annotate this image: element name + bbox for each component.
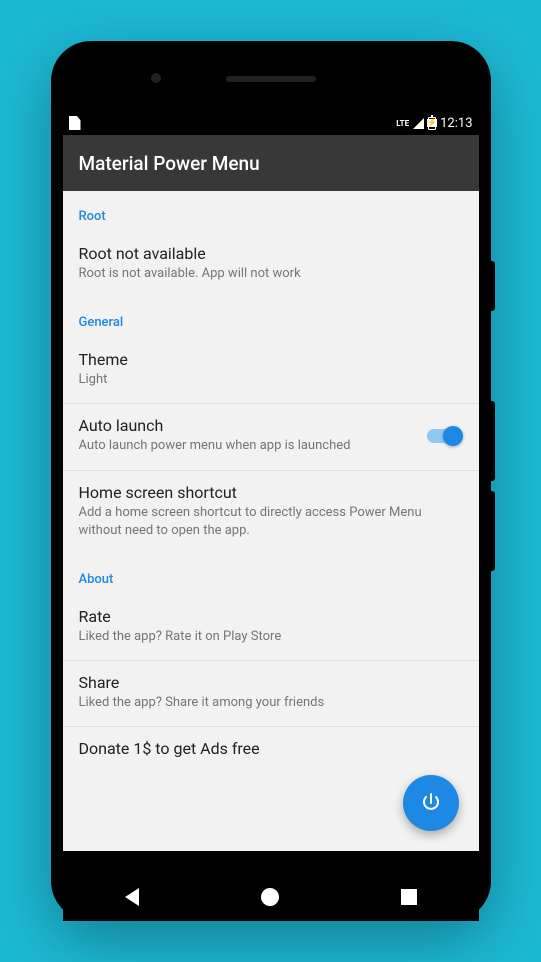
- nav-bar: [63, 873, 479, 921]
- phone-camera: [151, 73, 161, 83]
- root-status-subtitle: Root is not available. App will not work: [79, 265, 463, 283]
- root-status-title: Root not available: [79, 244, 463, 263]
- rate-subtitle: Liked the app? Rate it on Play Store: [79, 628, 463, 646]
- section-header-root: Root: [63, 191, 479, 232]
- shortcut-item[interactable]: Home screen shortcut Add a home screen s…: [63, 471, 479, 554]
- theme-title: Theme: [79, 350, 463, 369]
- rate-title: Rate: [79, 607, 463, 626]
- phone-volume-up: [491, 401, 495, 481]
- autolaunch-title: Auto launch: [79, 416, 413, 435]
- screen: LTE ⚡ 12:13 Material Power Menu Root Roo…: [63, 111, 479, 851]
- share-item[interactable]: Share Liked the app? Share it among your…: [63, 661, 479, 726]
- phone-speaker: [226, 76, 316, 82]
- nav-home-button[interactable]: [246, 873, 294, 921]
- donate-title: Donate 1$ to get Ads free: [79, 739, 463, 758]
- network-indicator: LTE: [396, 119, 409, 128]
- power-icon: [419, 791, 443, 815]
- phone-volume-down: [491, 491, 495, 571]
- section-header-about: About: [63, 554, 479, 595]
- shortcut-title: Home screen shortcut: [79, 483, 463, 502]
- theme-value: Light: [79, 371, 463, 389]
- root-status-item[interactable]: Root not available Root is not available…: [63, 232, 479, 297]
- section-header-general: General: [63, 297, 479, 338]
- power-fab[interactable]: [403, 775, 459, 831]
- autolaunch-item[interactable]: Auto launch Auto launch power menu when …: [63, 404, 479, 469]
- clock: 12:13: [440, 116, 472, 131]
- app-bar: Material Power Menu: [63, 135, 479, 191]
- donate-item[interactable]: Donate 1$ to get Ads free: [63, 727, 479, 758]
- sd-card-icon: [69, 116, 81, 130]
- autolaunch-switch[interactable]: [425, 426, 463, 446]
- shortcut-subtitle: Add a home screen shortcut to directly a…: [79, 504, 463, 540]
- app-title: Material Power Menu: [79, 152, 260, 175]
- share-subtitle: Liked the app? Share it among your frien…: [79, 694, 463, 712]
- status-bar: LTE ⚡ 12:13: [63, 111, 479, 135]
- phone-side-button: [491, 261, 495, 311]
- theme-item[interactable]: Theme Light: [63, 338, 479, 403]
- settings-content[interactable]: Root Root not available Root is not avai…: [63, 191, 479, 851]
- battery-icon: ⚡: [428, 117, 436, 130]
- rate-item[interactable]: Rate Liked the app? Rate it on Play Stor…: [63, 595, 479, 660]
- signal-icon: [413, 118, 424, 129]
- share-title: Share: [79, 673, 463, 692]
- nav-back-button[interactable]: [108, 873, 156, 921]
- nav-recent-button[interactable]: [385, 873, 433, 921]
- autolaunch-subtitle: Auto launch power menu when app is launc…: [79, 437, 413, 455]
- phone-frame: LTE ⚡ 12:13 Material Power Menu Root Roo…: [51, 41, 491, 921]
